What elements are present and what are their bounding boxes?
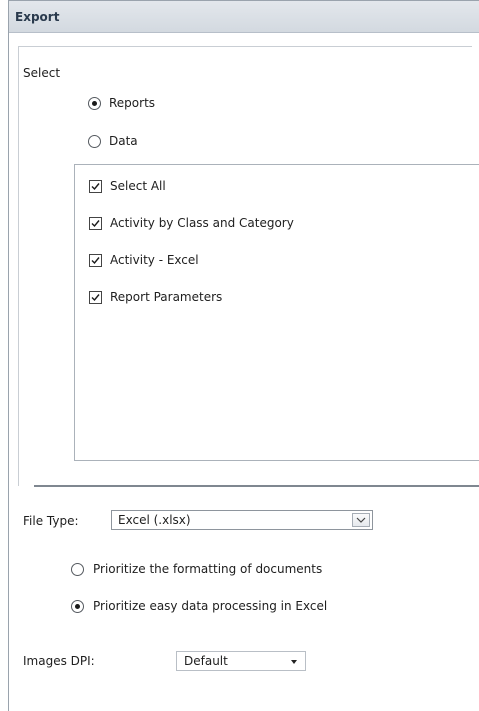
select-all-checkbox[interactable] [89, 180, 102, 193]
report-parameters-checkbox[interactable] [89, 291, 102, 304]
section-divider [34, 485, 479, 487]
file-type-dropdown[interactable]: Excel (.xlsx) [111, 510, 373, 530]
activity-excel-label[interactable]: Activity - Excel [110, 253, 199, 267]
file-type-label: File Type: [23, 514, 79, 528]
dialog-title: Export [15, 10, 60, 24]
images-dpi-label: Images DPI: [23, 654, 95, 668]
data-processing-radio-button[interactable] [71, 600, 84, 613]
images-dpi-dropdown[interactable]: Default [176, 651, 306, 671]
dialog-titlebar: Export [9, 1, 479, 33]
data-radio-button[interactable] [88, 135, 101, 148]
file-type-dropdown-button[interactable] [352, 513, 370, 527]
activity-excel-checkbox[interactable] [89, 254, 102, 267]
checkmark-icon [91, 183, 100, 191]
checkmark-icon [91, 220, 100, 228]
activity-by-class-checkbox[interactable] [89, 217, 102, 230]
activity-by-class-label[interactable]: Activity by Class and Category [110, 216, 294, 230]
reports-radio-button[interactable] [88, 97, 101, 110]
report-checklist[interactable] [74, 164, 479, 461]
report-parameters-label[interactable]: Report Parameters [110, 290, 222, 304]
data-radio-label[interactable]: Data [109, 134, 138, 148]
dropdown-arrow-icon [291, 660, 297, 664]
checkmark-icon [91, 257, 100, 265]
formatting-radio-label[interactable]: Prioritize the formatting of documents [93, 562, 322, 576]
select-all-label[interactable]: Select All [110, 179, 166, 193]
data-processing-radio-label[interactable]: Prioritize easy data processing in Excel [93, 599, 327, 613]
file-type-value: Excel (.xlsx) [118, 513, 191, 527]
images-dpi-value: Default [184, 654, 228, 668]
checkmark-icon [91, 294, 100, 302]
select-label: Select [23, 66, 61, 80]
reports-radio-label[interactable]: Reports [109, 96, 155, 110]
chevron-down-icon [356, 517, 366, 523]
formatting-radio-button[interactable] [71, 563, 84, 576]
